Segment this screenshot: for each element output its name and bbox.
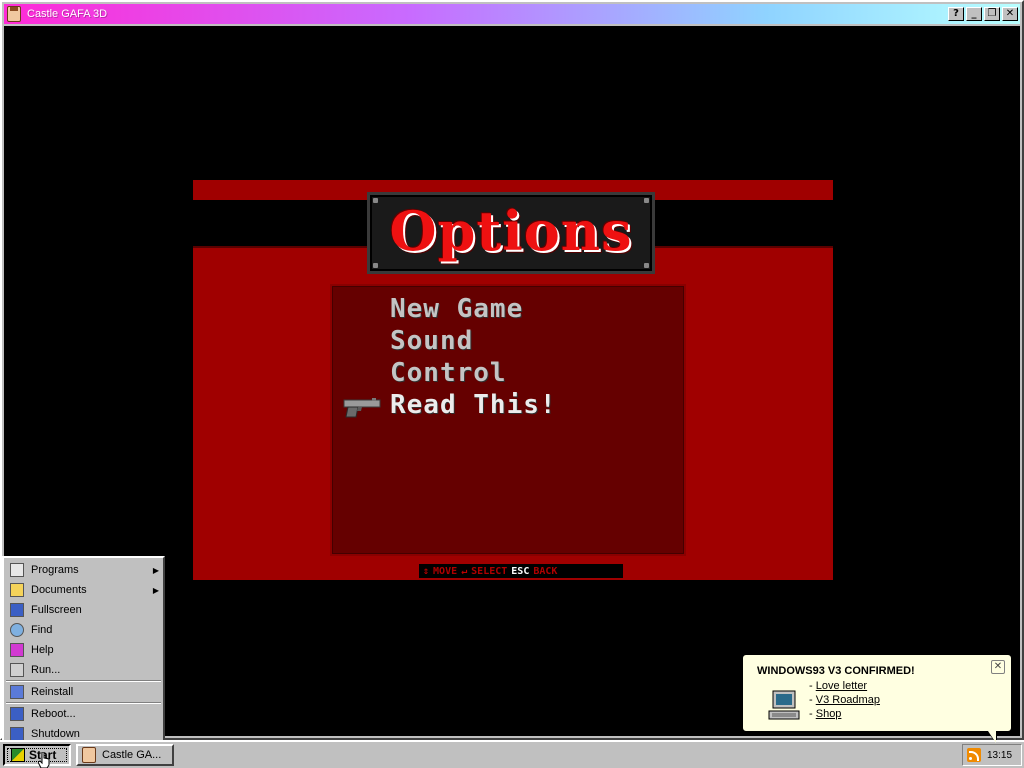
notification-link-row: - Love letter: [809, 679, 880, 693]
start-menu-label: Programs: [31, 564, 79, 576]
bullet: -: [809, 680, 813, 692]
help-book-icon: [10, 643, 24, 657]
start-menu-run[interactable]: Run...: [4, 660, 163, 680]
shop-link[interactable]: Shop: [816, 708, 842, 720]
move-arrows-icon: ⇕: [423, 565, 430, 577]
help-button[interactable]: ?: [948, 7, 964, 21]
hint-esc-key: ESC: [511, 565, 530, 577]
castle-gafa-app-icon: [82, 747, 96, 763]
submenu-arrow-icon: ▶: [152, 585, 159, 595]
close-button[interactable]: ✕: [1002, 7, 1018, 21]
system-tray: 13:15: [962, 744, 1022, 766]
start-menu-label: Run...: [31, 664, 61, 676]
start-menu-find[interactable]: Find: [4, 620, 163, 640]
bullet: -: [809, 708, 813, 720]
computer-icon: [768, 690, 800, 720]
options-menu-panel: New Game Sound Control Read This!: [330, 284, 686, 556]
menu-item-new-game[interactable]: New Game: [390, 294, 523, 324]
start-menu-label: Reinstall: [31, 686, 74, 698]
taskbar-item-label: Castle GA...: [102, 749, 162, 761]
documents-folder-icon: [10, 583, 24, 597]
controls-hint-bar: ⇕ MOVE ↵ SELECT ESC BACK: [419, 564, 623, 578]
notification-link-row: - Shop: [809, 707, 880, 721]
bullet: -: [809, 694, 813, 706]
start-menu-label: Find: [31, 624, 53, 636]
window-controls: ? _ ❐ ✕: [948, 7, 1018, 21]
fullscreen-icon: [10, 603, 24, 617]
taskbar: Start Castle GA... 13:15: [0, 740, 1024, 768]
notification-link-row: - V3 Roadmap: [809, 693, 880, 707]
taskbar-item-castle-gafa[interactable]: Castle GA...: [76, 744, 174, 766]
balloon-tail: [988, 731, 996, 743]
notification-links: - Love letter - V3 Roadmap - Shop: [809, 679, 880, 721]
start-logo-icon: [11, 748, 25, 762]
castle-gafa-app-icon: [7, 6, 21, 22]
clock: 13:15: [987, 749, 1013, 761]
start-menu-label: Documents: [31, 584, 87, 596]
start-menu-help[interactable]: Help: [4, 640, 163, 660]
v3-roadmap-link[interactable]: V3 Roadmap: [816, 694, 880, 706]
hint-select: SELECT: [471, 565, 508, 577]
love-letter-link[interactable]: Love letter: [816, 680, 867, 692]
hint-back: BACK: [533, 565, 558, 577]
minimize-button[interactable]: _: [966, 7, 982, 21]
reinstall-icon: [10, 685, 24, 699]
enter-key-icon: ↵: [461, 565, 468, 577]
start-menu-reinstall[interactable]: Reinstall: [4, 682, 163, 702]
notification-balloon: WINDOWS93 V3 CONFIRMED! ✕ - Love letter …: [742, 654, 1012, 745]
rss-feed-icon[interactable]: [967, 748, 981, 762]
notification-close-button[interactable]: ✕: [991, 660, 1005, 674]
run-icon: [10, 663, 24, 677]
start-menu-documents[interactable]: Documents ▶: [4, 580, 163, 600]
submenu-arrow-icon: ▶: [152, 565, 159, 575]
start-menu-label: Reboot...: [31, 708, 76, 720]
rivet-icon: [644, 263, 649, 268]
options-title: Options: [389, 199, 633, 263]
window-titlebar[interactable]: Castle GAFA 3D ? _ ❐ ✕: [4, 4, 1020, 24]
start-menu-label: Help: [31, 644, 54, 656]
start-menu-fullscreen[interactable]: Fullscreen: [4, 600, 163, 620]
find-icon: [10, 623, 24, 637]
menu-item-control[interactable]: Control: [390, 358, 507, 388]
start-menu-programs[interactable]: Programs ▶: [4, 560, 163, 580]
start-menu-reboot[interactable]: Reboot...: [4, 704, 163, 724]
start-menu-label: Fullscreen: [31, 604, 82, 616]
start-menu: Programs ▶ Documents ▶ Fullscreen Find H…: [2, 556, 165, 742]
rivet-icon: [373, 263, 378, 268]
game-options-screen[interactable]: Options New Game Sound Control Read This…: [193, 180, 833, 580]
shutdown-icon: [10, 727, 24, 741]
menu-item-read-this[interactable]: Read This!: [390, 390, 557, 420]
options-title-plaque: Options: [367, 192, 655, 274]
start-button[interactable]: Start: [3, 744, 71, 766]
restore-button[interactable]: ❐: [984, 7, 1000, 21]
window-title: Castle GAFA 3D: [27, 8, 108, 20]
menu-item-sound[interactable]: Sound: [390, 326, 473, 356]
hint-move: MOVE: [433, 565, 458, 577]
pistol-icon: [343, 398, 381, 418]
hand-pointer-icon: [38, 752, 50, 768]
reboot-icon: [10, 707, 24, 721]
start-menu-label: Shutdown: [31, 728, 80, 740]
notification-title: WINDOWS93 V3 CONFIRMED!: [757, 665, 915, 677]
programs-icon: [10, 563, 24, 577]
